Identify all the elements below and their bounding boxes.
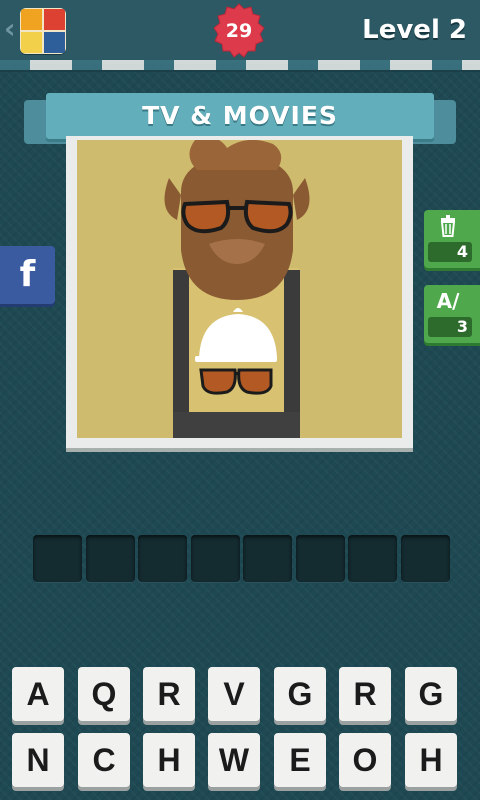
letter-key[interactable]: H (143, 733, 195, 787)
answer-slot[interactable] (138, 535, 187, 582)
reveal-letter-count: 3 (428, 317, 472, 337)
answer-slot[interactable] (243, 535, 292, 582)
letter-key[interactable]: W (208, 733, 260, 787)
remove-letters-hint-button[interactable]: 4 (424, 210, 480, 268)
top-bar: ‹ 29 Level 2 (0, 0, 480, 64)
answer-slot[interactable] (191, 535, 240, 582)
letter-key[interactable]: N (12, 733, 64, 787)
letter-key[interactable]: R (339, 667, 391, 721)
logo-tile (21, 32, 42, 53)
letter-reveal-icon: A/ (436, 289, 460, 313)
letter-key[interactable]: Q (78, 667, 130, 721)
letter-key[interactable]: A (12, 667, 64, 721)
reveal-letter-hint-button[interactable]: A/ 3 (424, 285, 480, 343)
letter-key[interactable]: E (274, 733, 326, 787)
answer-slot[interactable] (401, 535, 450, 582)
logo-tile (44, 9, 65, 30)
answer-slot[interactable] (296, 535, 345, 582)
score-badge: 29 (211, 3, 267, 59)
puzzle-image[interactable] (77, 140, 402, 438)
back-chevron-icon[interactable]: ‹ (4, 14, 18, 44)
category-banner: TV & MOVIES (46, 93, 434, 139)
answer-slot[interactable] (86, 535, 135, 582)
logo-tile (44, 32, 65, 53)
remove-letters-count: 4 (428, 242, 472, 262)
answer-slot[interactable] (33, 535, 82, 582)
score-value: 29 (225, 20, 253, 42)
header-trim (0, 60, 480, 72)
trash-icon (424, 214, 472, 238)
letter-key[interactable]: H (405, 733, 457, 787)
puzzle-image-frame (66, 136, 413, 448)
letter-key[interactable]: V (208, 667, 260, 721)
level-title: Level 2 (362, 15, 467, 45)
letter-key[interactable]: O (339, 733, 391, 787)
facebook-share-button[interactable]: f (0, 246, 55, 304)
app-logo-icon[interactable] (20, 8, 66, 54)
letter-key[interactable]: R (143, 667, 195, 721)
logo-tile (21, 9, 42, 30)
letter-key[interactable]: G (405, 667, 457, 721)
answer-slot[interactable] (348, 535, 397, 582)
letter-key[interactable]: C (78, 733, 130, 787)
answer-slots (33, 535, 451, 583)
bearded-man-sunglasses-icon (77, 140, 402, 438)
letter-key[interactable]: G (274, 667, 326, 721)
